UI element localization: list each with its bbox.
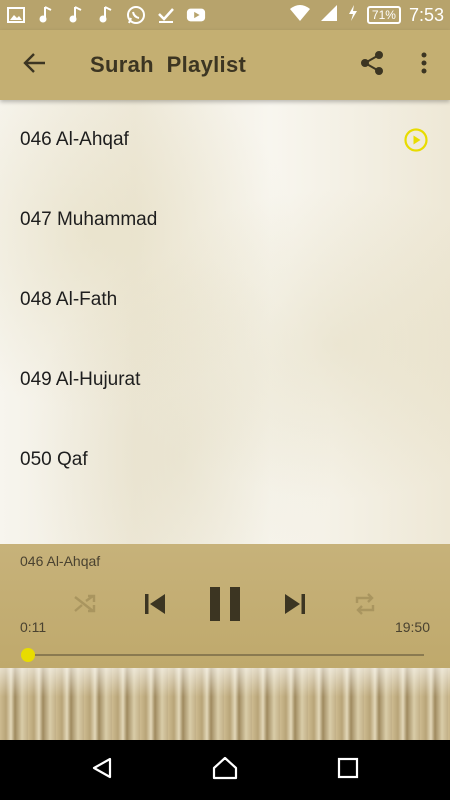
system-status: 71% 7:53 xyxy=(289,4,444,27)
seek-track xyxy=(24,654,424,656)
skip-previous-icon xyxy=(143,592,167,621)
app-bar: Surah Playlist xyxy=(0,30,450,100)
surah-label: 046 Al-Ahqaf xyxy=(20,129,129,150)
arrow-back-icon xyxy=(23,52,47,79)
surah-label: 049 Al-Hujurat xyxy=(20,369,141,390)
share-button[interactable] xyxy=(346,30,398,100)
notification-icons xyxy=(6,5,206,25)
recents-icon xyxy=(337,757,359,784)
more-options-button[interactable] xyxy=(398,30,450,100)
share-icon xyxy=(359,50,385,81)
current-time: 0:11 xyxy=(20,619,47,635)
pause-button[interactable] xyxy=(205,584,245,628)
total-time: 19:50 xyxy=(394,619,430,635)
surah-label: 050 Qaf xyxy=(20,449,88,470)
now-playing-title: 046 Al-Ahqaf xyxy=(20,553,101,569)
page-title: Surah Playlist xyxy=(90,52,247,77)
download-done-icon xyxy=(156,5,176,25)
wifi-icon xyxy=(289,4,311,27)
pause-icon xyxy=(209,586,241,627)
player-controls xyxy=(0,584,450,628)
charging-icon xyxy=(347,4,359,27)
next-button[interactable] xyxy=(280,584,310,628)
repeat-icon xyxy=(353,592,377,621)
surah-label: 047 Muhammad xyxy=(20,209,158,230)
app-bar-actions xyxy=(346,30,450,100)
navigation-bar xyxy=(0,740,450,800)
seek-thumb[interactable] xyxy=(21,648,35,662)
background-image xyxy=(0,668,450,740)
more-vert-icon xyxy=(421,52,427,79)
gallery-icon xyxy=(6,5,26,25)
nav-back-button[interactable] xyxy=(72,740,132,800)
shuffle-icon xyxy=(73,593,97,620)
music-note-icon xyxy=(36,5,56,25)
status-time: 7:53 xyxy=(408,4,444,25)
triangle-back-icon xyxy=(90,756,114,785)
youtube-icon xyxy=(186,5,206,25)
surah-label: 048 Al-Fath xyxy=(20,289,118,310)
back-button[interactable] xyxy=(0,30,70,100)
now-playing-icon xyxy=(404,128,428,157)
list-item[interactable]: 046 Al-Ahqaf xyxy=(0,100,450,180)
whatsapp-icon xyxy=(126,5,146,25)
signal-icon xyxy=(319,4,339,27)
nav-home-button[interactable] xyxy=(195,740,255,800)
music-note-icon xyxy=(66,5,86,25)
previous-button[interactable] xyxy=(140,584,170,628)
playlist: 046 Al-Ahqaf 047 Muhammad 048 Al-Fath 04… xyxy=(0,100,450,544)
repeat-button[interactable] xyxy=(350,584,380,628)
list-item[interactable]: 050 Qaf xyxy=(0,420,450,500)
audio-player: 046 Al-Ahqaf 0:11 19:50 xyxy=(0,544,450,668)
home-icon xyxy=(212,756,238,785)
skip-next-icon xyxy=(283,592,307,621)
status-bar: 71% 7:53 xyxy=(0,0,450,30)
shuffle-button[interactable] xyxy=(70,584,100,628)
battery-level: 71% xyxy=(366,6,401,24)
nav-recents-button[interactable] xyxy=(318,740,378,800)
seek-bar[interactable] xyxy=(21,648,424,662)
list-item[interactable]: 049 Al-Hujurat xyxy=(0,340,450,420)
list-item[interactable]: 048 Al-Fath xyxy=(0,260,450,340)
list-item[interactable]: 047 Muhammad xyxy=(0,180,450,260)
music-note-icon xyxy=(96,5,116,25)
